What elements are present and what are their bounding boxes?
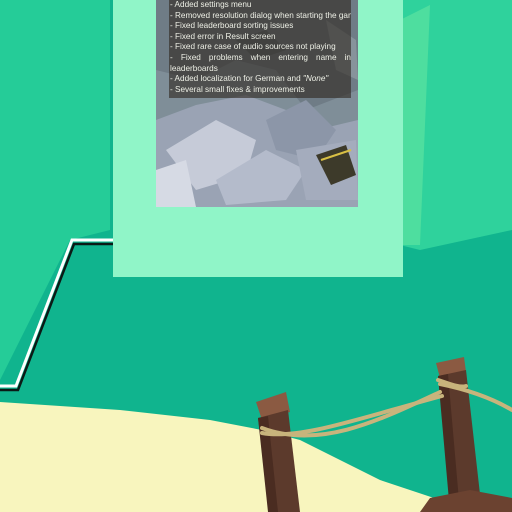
changelog-line: - Added localization for German and "Non…	[169, 74, 351, 85]
info-panel: - Added settings menu - Removed resoluti…	[113, 0, 403, 277]
changelog-line-text: - Added localization for German and	[170, 74, 301, 84]
changelog-line: - Fixed leaderboard sorting issues	[170, 21, 294, 31]
screenshot-preview: - Added settings menu - Removed resoluti…	[156, 0, 358, 207]
changelog-notes: - Added settings menu - Removed resoluti…	[169, 0, 351, 99]
changelog-line: - Fixed problems when entering name in l…	[170, 52, 351, 73]
changelog-line: - Fixed error in Result screen	[170, 31, 276, 41]
changelog-line: - Added settings menu	[170, 0, 252, 9]
changelog-line: - Fixed rare case of audio sources not p…	[170, 42, 336, 52]
changelog-line: - Several small fixes & improvements	[170, 84, 305, 94]
language-name: "None"	[302, 74, 329, 84]
changelog-line: - Removed resolution dialog when startin…	[170, 10, 351, 20]
